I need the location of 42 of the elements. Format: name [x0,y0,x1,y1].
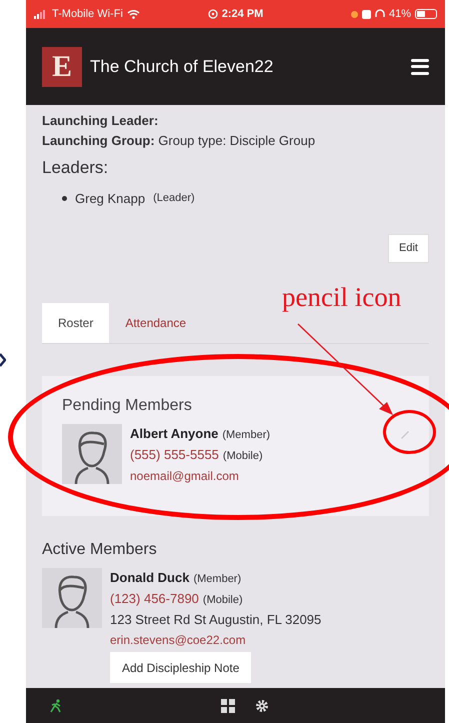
annotation-label: pencil icon [282,284,402,311]
email-link[interactable]: noemail@gmail.com [130,466,239,486]
bullet-icon [62,196,67,201]
section-heading: Active Members [42,540,157,560]
member-role: (Member) [193,572,242,587]
signal-icon [34,10,48,18]
chevron-icon [0,353,6,367]
leader-role: (Leader) [153,191,195,206]
app-title: The Church of Eleven22 [90,56,274,78]
settings-icon[interactable] [254,698,268,712]
info-line: Launching Group: Group type: Disciple Group [42,132,316,150]
tab[interactable]: Roster [42,303,110,343]
logo: E [42,46,82,86]
phone-link[interactable]: (123) 456-7890 [110,589,199,609]
avatar-icon [42,568,102,628]
alarm-icon [208,9,218,19]
leaders-heading: Leaders: [42,157,108,179]
info-line: Launching Leader: [42,112,160,130]
menu-icon[interactable] [411,58,429,74]
lock-icon [362,10,371,18]
battery-text: 41% [388,6,411,22]
wifi-icon [126,9,140,19]
headphones-icon [374,9,385,19]
email-link[interactable]: erin.stevens@coe22.com [110,630,246,650]
member-role: (Member) [222,428,270,443]
carrier-text: T-Mobile Wi-Fi [52,6,123,22]
edit-button[interactable]: Edit [388,234,429,263]
avatar-icon [62,424,122,484]
battery-icon [415,9,437,19]
leader-name: Greg Knapp [75,190,146,208]
time-text: 2:24 PM [222,6,264,22]
member-name: Donald Duck [110,569,190,587]
grid-icon[interactable] [220,698,234,712]
tab[interactable]: Attendance [109,303,202,343]
member-address: 123 Street Rd St Augustin, FL 32095 [110,611,322,629]
phone-type: (Mobile) [202,593,243,608]
member-name: Albert Anyone [130,425,218,443]
annotation-circle [383,410,436,454]
phone-type: (Mobile) [222,449,263,464]
section-heading: Pending Members [62,396,192,416]
phone-link[interactable]: (555) 555-5555 [130,445,219,465]
add-note-button[interactable]: Add Discipleship Note [110,652,252,683]
